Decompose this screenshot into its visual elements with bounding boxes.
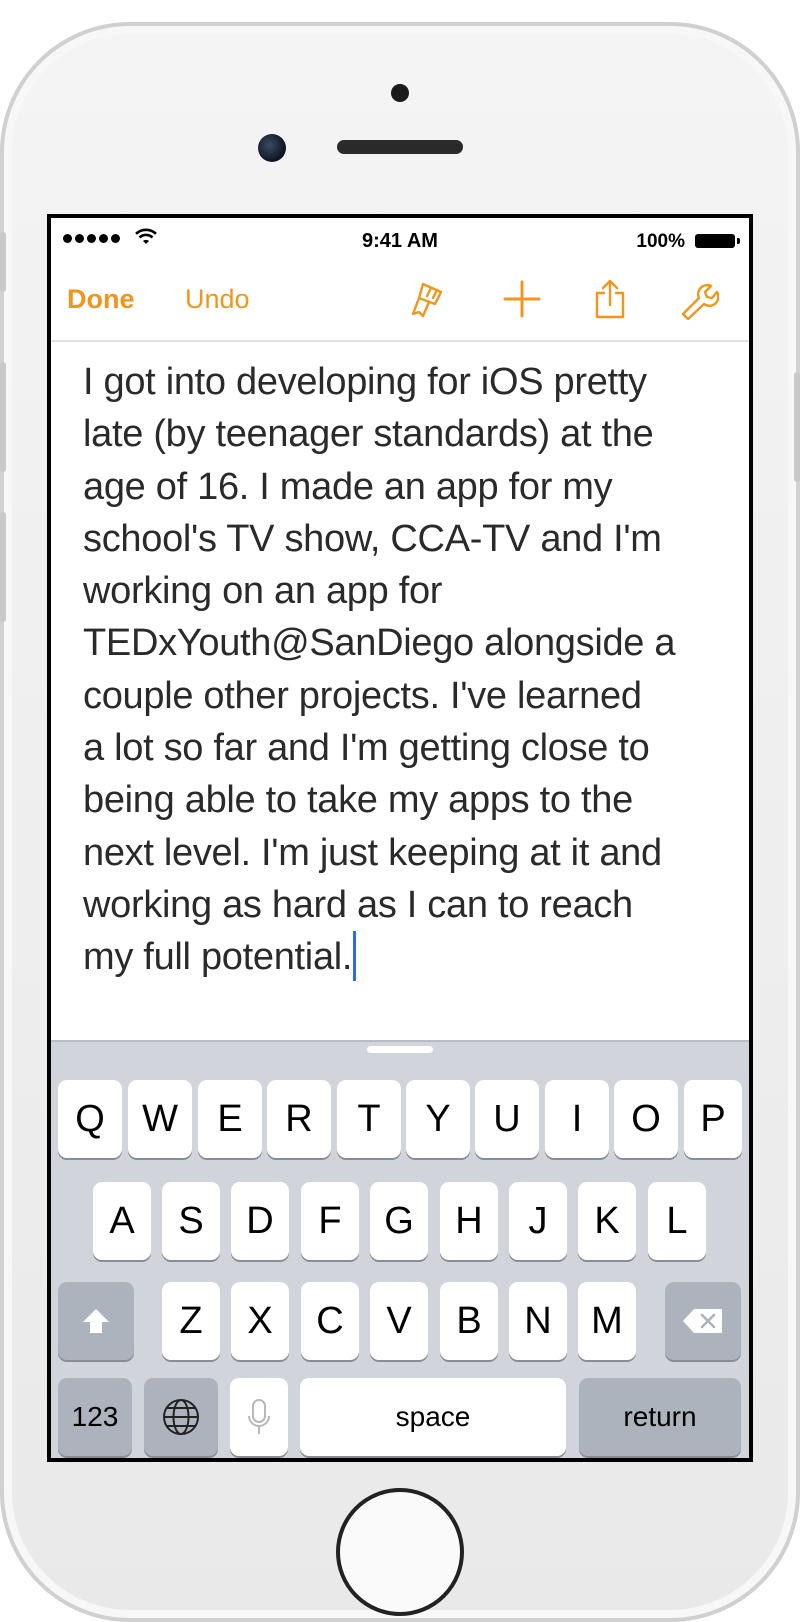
keyboard-grabber[interactable] <box>367 1046 433 1053</box>
return-key[interactable]: return <box>579 1378 741 1456</box>
key-b[interactable]: B <box>440 1282 498 1360</box>
key-y[interactable]: Y <box>406 1080 470 1158</box>
key-z[interactable]: Z <box>162 1282 220 1360</box>
power-button <box>794 372 800 482</box>
key-t[interactable]: T <box>337 1080 401 1158</box>
text-cursor <box>353 931 357 982</box>
front-camera <box>258 134 286 162</box>
key-i[interactable]: I <box>545 1080 609 1158</box>
backspace-icon <box>683 1309 722 1333</box>
format-brush-icon[interactable] <box>405 276 451 322</box>
key-c[interactable]: C <box>301 1282 359 1360</box>
undo-button[interactable]: Undo <box>185 284 250 315</box>
share-icon[interactable] <box>587 276 633 322</box>
key-s[interactable]: S <box>162 1182 220 1260</box>
key-p[interactable]: P <box>684 1080 742 1158</box>
earpiece-speaker <box>337 140 463 154</box>
key-j[interactable]: J <box>509 1182 567 1260</box>
key-k[interactable]: K <box>578 1182 636 1260</box>
home-button[interactable] <box>336 1488 464 1616</box>
key-l[interactable]: L <box>648 1182 706 1260</box>
key-m[interactable]: M <box>578 1282 636 1360</box>
plus-icon[interactable] <box>499 276 545 322</box>
numbers-key[interactable]: 123 <box>58 1378 132 1456</box>
status-bar: 9:41 AM 100% <box>51 218 749 262</box>
key-e[interactable]: E <box>198 1080 262 1158</box>
battery-icon <box>695 234 740 248</box>
key-f[interactable]: F <box>301 1182 359 1260</box>
proximity-sensor <box>391 84 409 102</box>
key-w[interactable]: W <box>128 1080 192 1158</box>
keyboard: Q W E R T Y U I O P A S D F G H J K L Z … <box>51 1040 749 1458</box>
shift-arrow-icon <box>83 1309 109 1333</box>
key-h[interactable]: H <box>440 1182 498 1260</box>
document-text: I got into developing for iOS pretty lat… <box>83 361 676 979</box>
shift-key[interactable] <box>58 1282 134 1360</box>
volume-down-button <box>0 512 6 622</box>
document-text-area[interactable]: I got into developing for iOS pretty lat… <box>83 356 723 984</box>
microphone-icon <box>248 1399 270 1434</box>
done-button[interactable]: Done <box>67 284 135 315</box>
key-g[interactable]: G <box>370 1182 428 1260</box>
key-o[interactable]: O <box>614 1080 678 1158</box>
key-q[interactable]: Q <box>58 1080 122 1158</box>
battery-percent: 100% <box>636 231 685 252</box>
key-u[interactable]: U <box>475 1080 539 1158</box>
key-d[interactable]: D <box>231 1182 289 1260</box>
screen: 9:41 AM 100% Done Undo I got into develo… <box>47 214 753 1462</box>
globe-key[interactable] <box>144 1378 218 1456</box>
delete-key[interactable] <box>665 1282 741 1360</box>
app-screen: 9:41 AM 100% Done Undo I got into develo… <box>51 218 749 1458</box>
key-v[interactable]: V <box>370 1282 428 1360</box>
globe-icon <box>163 1399 199 1435</box>
volume-up-button <box>0 362 6 472</box>
editor-toolbar: Done Undo <box>51 262 749 342</box>
wrench-icon[interactable] <box>675 276 721 322</box>
mute-switch <box>0 232 6 292</box>
space-key[interactable]: space <box>300 1378 566 1456</box>
key-n[interactable]: N <box>509 1282 567 1360</box>
key-r[interactable]: R <box>267 1080 331 1158</box>
key-x[interactable]: X <box>231 1282 289 1360</box>
key-a[interactable]: A <box>93 1182 151 1260</box>
dictation-key[interactable] <box>230 1378 288 1456</box>
